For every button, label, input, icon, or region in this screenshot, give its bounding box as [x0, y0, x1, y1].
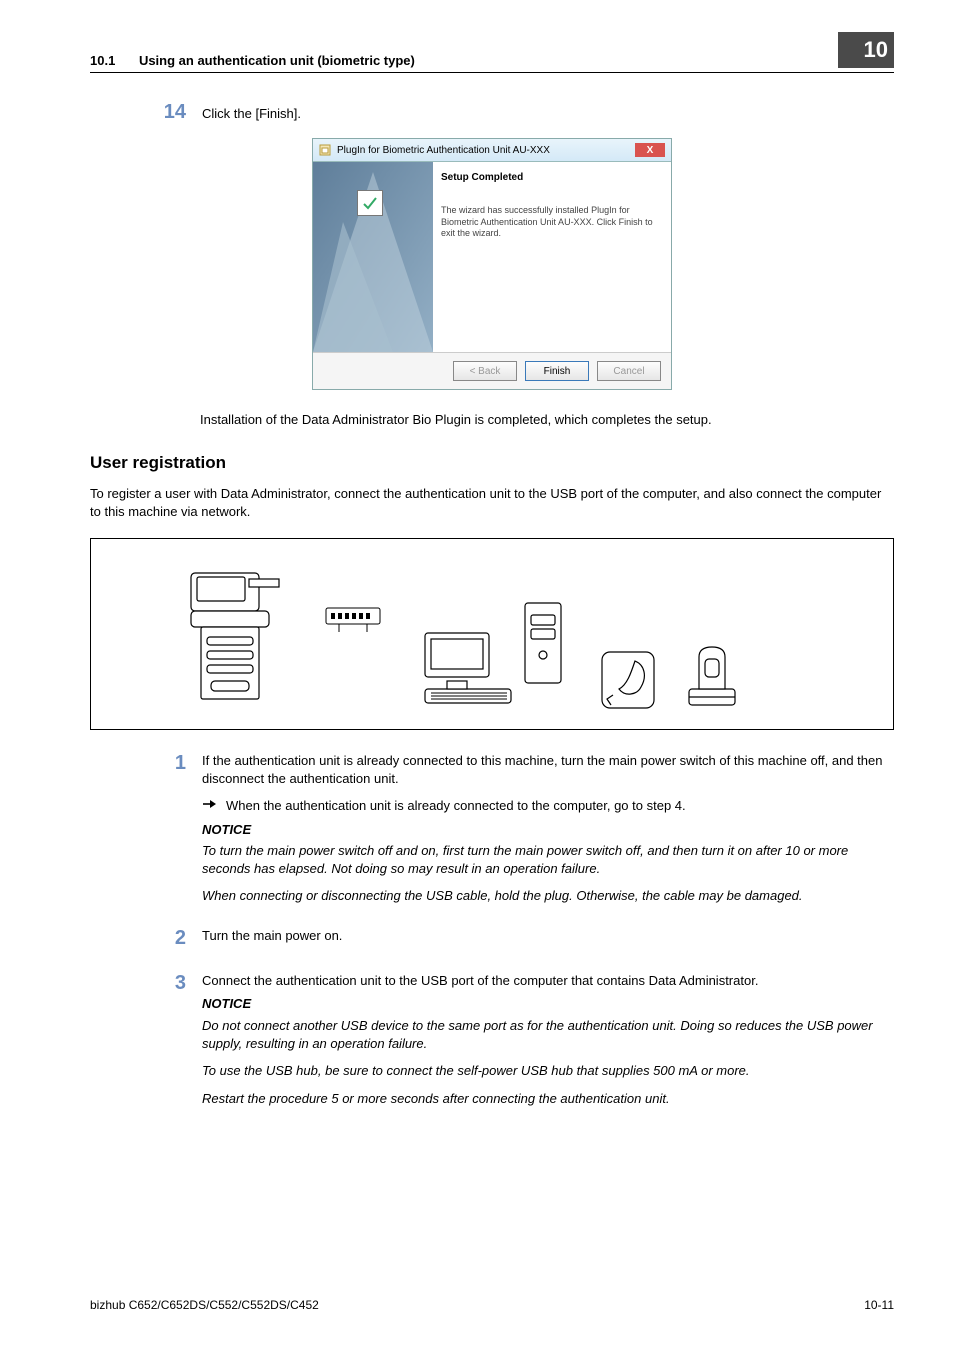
user-registration-heading: User registration: [90, 453, 894, 473]
intro-paragraph: To register a user with Data Administrat…: [90, 485, 894, 520]
notice-text: When connecting or disconnecting the USB…: [202, 887, 894, 905]
sub-text: When the authentication unit is already …: [226, 797, 686, 815]
completion-caption: Installation of the Data Administrator B…: [200, 412, 894, 427]
biometric-reader-icon: [685, 643, 739, 709]
step-2: 2 Turn the main power on.: [154, 927, 894, 950]
setup-heading: Setup Completed: [441, 172, 653, 183]
finish-label: Finish: [544, 366, 571, 377]
computer-icon: [411, 599, 571, 709]
mfp-icon: [185, 569, 295, 709]
dialog-title: PlugIn for Biometric Authentication Unit…: [337, 145, 629, 156]
network-hub-icon: [325, 607, 381, 633]
step-text: Click the [Finish].: [202, 106, 301, 121]
notice-text: Restart the procedure 5 or more seconds …: [202, 1090, 894, 1108]
usb-device-icon: [601, 651, 655, 709]
section-number: 10.1: [90, 53, 115, 68]
cancel-button: Cancel: [597, 361, 661, 381]
dialog-footer: < Back Finish Cancel: [313, 352, 671, 389]
step-text: Connect the authentication unit to the U…: [202, 972, 894, 990]
setup-body: The wizard has successfully installed Pl…: [441, 205, 653, 240]
chapter-number: 10: [864, 37, 888, 63]
notice-text: Do not connect another USB device to the…: [202, 1017, 894, 1052]
section-title: Using an authentication unit (biometric …: [139, 53, 415, 68]
notice-text: To use the USB hub, be sure to connect t…: [202, 1062, 894, 1080]
step-number: 2: [154, 927, 186, 950]
dialog-body: Setup Completed The wizard has successfu…: [313, 162, 671, 352]
back-button: < Back: [453, 361, 517, 381]
cancel-label: Cancel: [613, 366, 644, 377]
page-footer: bizhub C652/C652DS/C552/C552DS/C452 10-1…: [90, 1298, 894, 1312]
back-label: < Back: [470, 366, 501, 377]
checkmark-icon: [357, 190, 383, 216]
step-number: 14: [154, 101, 186, 124]
step-14: 14 Click the [Finish].: [154, 101, 894, 124]
step-number: 3: [154, 972, 186, 1107]
dialog-content: Setup Completed The wizard has successfu…: [433, 162, 671, 352]
step-1: 1 If the authentication unit is already …: [154, 752, 894, 905]
notice-heading: NOTICE: [202, 821, 894, 839]
page-number: 10-11: [864, 1298, 894, 1312]
notice-heading: NOTICE: [202, 995, 894, 1013]
finish-button[interactable]: Finish: [525, 361, 589, 381]
step-3: 3 Connect the authentication unit to the…: [154, 972, 894, 1107]
step-number: 1: [154, 752, 186, 905]
step-sub: When the authentication unit is already …: [202, 797, 894, 815]
dialog-sidebar-image: [313, 162, 433, 352]
installer-icon: [319, 144, 331, 156]
arrow-icon: [202, 797, 216, 811]
model-line: bizhub C652/C652DS/C552/C552DS/C452: [90, 1298, 319, 1312]
dialog-titlebar: PlugIn for Biometric Authentication Unit…: [313, 139, 671, 162]
connection-diagram: [90, 538, 894, 730]
page-header: 10.1 Using an authentication unit (biome…: [90, 38, 894, 73]
installer-dialog: PlugIn for Biometric Authentication Unit…: [312, 138, 672, 390]
step-text: Turn the main power on.: [202, 927, 894, 945]
section-heading: 10.1 Using an authentication unit (biome…: [90, 53, 415, 68]
step-text: If the authentication unit is already co…: [202, 752, 894, 787]
close-icon: X: [647, 145, 654, 156]
close-button[interactable]: X: [635, 143, 665, 157]
notice-text: To turn the main power switch off and on…: [202, 842, 894, 877]
chapter-number-box: 10: [838, 32, 894, 68]
